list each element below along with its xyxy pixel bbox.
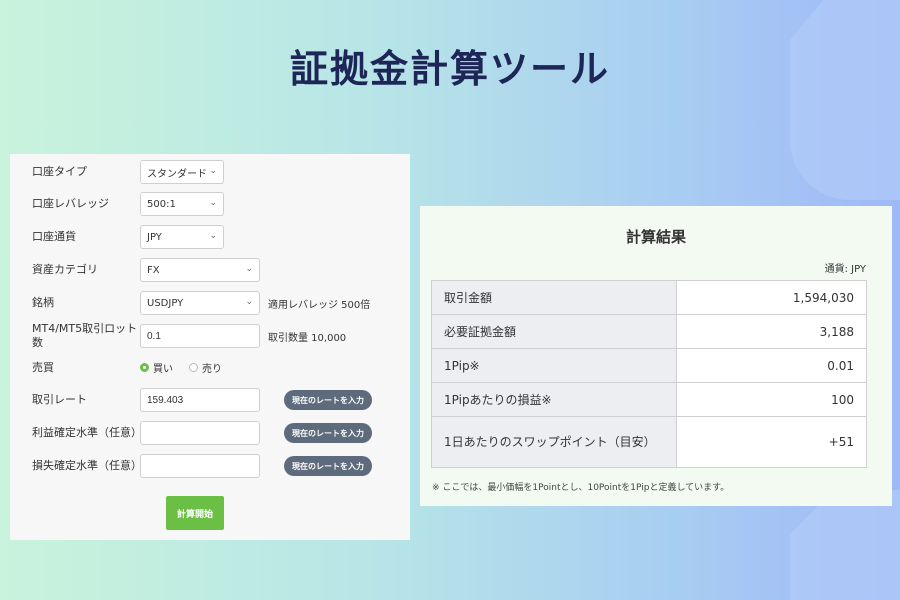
chevron-down-icon: ⌄ <box>245 264 253 274</box>
currency-select[interactable]: JPY ⌄ <box>140 225 224 249</box>
leverage-select[interactable]: 500:1 ⌄ <box>140 192 224 216</box>
stop-loss-label: 損失確定水準（任意） <box>32 459 142 472</box>
asset-category-label: 資産カテゴリ <box>32 263 98 276</box>
result-panel: 計算結果 通貨: JPY 取引金額 1,594,030 必要証拠金額 3,188… <box>420 206 892 506</box>
table-row: 必要証拠金額 3,188 <box>431 314 867 349</box>
take-profit-fill-button[interactable]: 現在のレートを入力 <box>284 423 372 443</box>
lot-input[interactable] <box>140 324 260 348</box>
chevron-down-icon: ⌄ <box>209 198 217 208</box>
account-type-select[interactable]: スタンダード ⌄ <box>140 160 224 184</box>
result-currency-note: 通貨: JPY <box>824 264 866 275</box>
radio-selected-icon <box>140 363 149 372</box>
lot-row: MT4/MT5取引ロット数 取引数量 10,000 <box>32 322 346 350</box>
stop-loss-fill-button[interactable]: 現在のレートを入力 <box>284 456 372 476</box>
result-value: 1,594,030 <box>676 280 867 315</box>
leverage-value: 500:1 <box>147 198 176 210</box>
result-value: 0.01 <box>676 348 867 383</box>
result-value: 100 <box>676 382 867 417</box>
take-profit-row: 利益確定水準（任意） 現在のレートを入力 <box>32 421 372 445</box>
table-row: 1Pipあたりの損益※ 100 <box>431 382 867 417</box>
sell-radio-label: 売り <box>202 364 222 375</box>
asset-category-row: 資産カテゴリ FX ⌄ <box>32 258 260 282</box>
result-key: 1日あたりのスワップポイント（目安） <box>431 416 677 468</box>
result-value: 3,188 <box>676 314 867 349</box>
chevron-down-icon: ⌄ <box>209 231 217 241</box>
result-key: 取引金額 <box>431 280 677 315</box>
stop-loss-row: 損失確定水準（任意） 現在のレートを入力 <box>32 454 372 478</box>
asset-category-value: FX <box>147 264 160 276</box>
result-table: 取引金額 1,594,030 必要証拠金額 3,188 1Pip※ 0.01 1… <box>431 280 867 468</box>
table-row: 1日あたりのスワップポイント（目安） +51 <box>431 416 867 468</box>
symbol-value: USDJPY <box>147 297 184 309</box>
background-decoration <box>790 0 900 200</box>
rate-input[interactable] <box>140 388 260 412</box>
result-value: +51 <box>676 416 867 468</box>
side-label: 売買 <box>32 360 54 374</box>
currency-value: JPY <box>147 231 162 243</box>
trade-quantity-note: 取引数量 10,000 <box>268 332 347 344</box>
rate-row: 取引レート 現在のレートを入力 <box>32 388 372 412</box>
account-type-label: 口座タイプ <box>32 165 87 178</box>
account-type-value: スタンダード <box>147 168 207 180</box>
result-key: 必要証拠金額 <box>431 314 677 349</box>
result-footnote: ※ ここでは、最小価幅を1Pointとし、10Pointを1Pipと定義していま… <box>432 483 730 493</box>
buy-radio[interactable]: 買い <box>140 360 173 375</box>
currency-row: 口座通貨 JPY ⌄ <box>32 225 224 249</box>
radio-unselected-icon <box>189 363 198 372</box>
asset-category-select[interactable]: FX ⌄ <box>140 258 260 282</box>
account-type-row: 口座タイプ スタンダード ⌄ <box>32 160 224 184</box>
rate-fill-button[interactable]: 現在のレートを入力 <box>284 390 372 410</box>
stop-loss-input[interactable] <box>140 454 260 478</box>
applied-leverage-note: 適用レバレッジ 500倍 <box>268 299 371 311</box>
background-decoration <box>790 490 900 600</box>
sell-radio[interactable]: 売り <box>189 360 222 375</box>
table-row: 取引金額 1,594,030 <box>431 280 867 315</box>
chevron-down-icon: ⌄ <box>245 297 253 307</box>
take-profit-input[interactable] <box>140 421 260 445</box>
calculate-button[interactable]: 計算開始 <box>166 496 224 530</box>
leverage-label: 口座レバレッジ <box>32 197 109 210</box>
calculator-form: 口座タイプ スタンダード ⌄ 口座レバレッジ 500:1 ⌄ 口座通貨 JPY … <box>10 154 410 540</box>
chevron-down-icon: ⌄ <box>209 166 217 176</box>
leverage-row: 口座レバレッジ 500:1 ⌄ <box>32 192 224 216</box>
lot-label: MT4/MT5取引ロット数 <box>32 322 138 349</box>
take-profit-label: 利益確定水準（任意） <box>32 426 142 439</box>
rate-label: 取引レート <box>32 393 87 406</box>
result-title: 計算結果 <box>625 228 686 246</box>
result-key: 1Pipあたりの損益※ <box>431 382 677 417</box>
currency-label: 口座通貨 <box>32 230 76 243</box>
side-row: 売買 買い 売り <box>32 360 238 376</box>
buy-radio-label: 買い <box>153 364 173 375</box>
symbol-label: 銘柄 <box>32 296 54 309</box>
symbol-select[interactable]: USDJPY ⌄ <box>140 291 260 315</box>
page-title: 証拠金計算ツール <box>289 47 610 91</box>
result-key: 1Pip※ <box>431 348 677 383</box>
symbol-row: 銘柄 USDJPY ⌄ 適用レバレッジ 500倍 <box>32 291 370 315</box>
table-row: 1Pip※ 0.01 <box>431 348 867 383</box>
